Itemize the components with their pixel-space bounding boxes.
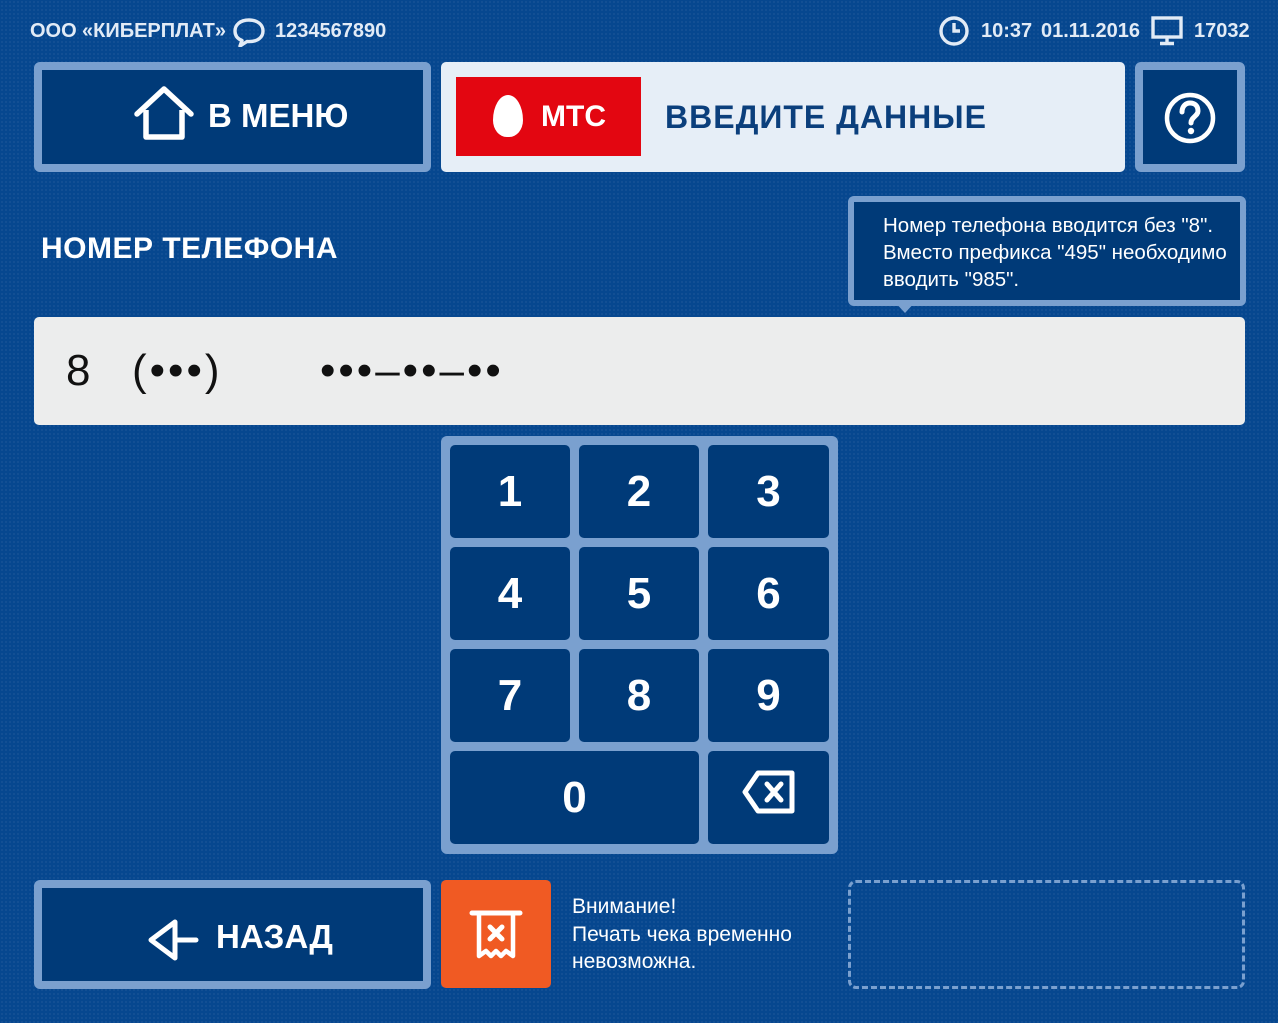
key-7[interactable]: 7 [450,649,570,742]
receipt-warning-badge [441,880,551,988]
phone-mask-code: (•••) [132,346,223,395]
empty-slot [848,880,1245,989]
warning-line-1: Внимание! [572,895,677,918]
field-label: НОМЕР ТЕЛЕФОНА [41,232,339,265]
clock-time: 10:37 [981,20,1033,42]
support-phone: 1234567890 [275,20,387,42]
key-4[interactable]: 4 [450,547,570,640]
key-8[interactable]: 8 [579,649,699,742]
receipt-warning-text: Внимание! Печать чека временно невозможн… [572,893,792,976]
help-button[interactable] [1135,62,1245,172]
warning-line-3: невозможна. [572,950,697,973]
mts-logo: МТС [456,77,641,156]
key-0[interactable]: 0 [450,751,699,844]
key-2[interactable]: 2 [579,445,699,538]
question-icon [1163,91,1217,150]
phone-input[interactable]: 8 (•••) •••–••–•• [34,317,1245,425]
key-9[interactable]: 9 [708,649,829,742]
hint-tooltip-tail [893,300,917,313]
org-name: «КИБЕРПЛАТ» [82,20,226,42]
backspace-button[interactable] [708,751,829,844]
receipt-cancel-icon [469,908,523,967]
back-arrow-icon [146,916,200,969]
status-bar: ООО «КИБЕРПЛАТ» 1234567890 10:37 01.11.2… [0,14,1278,48]
backspace-icon [741,769,797,826]
key-6[interactable]: 6 [708,547,829,640]
terminal-id: 17032 [1194,20,1250,42]
warning-line-2: Печать чека временно [572,922,792,946]
numeric-keypad: 1 2 3 4 5 6 7 8 9 0 [441,436,838,854]
back-button-label: НАЗАД [216,918,333,955]
menu-button-label: В МЕНЮ [208,97,349,134]
back-button[interactable]: НАЗАД [34,880,431,989]
menu-button[interactable]: В МЕНЮ [34,62,431,172]
home-icon [132,84,196,149]
clock-date: 01.11.2016 [1041,20,1140,42]
org-prefix: ООО [30,20,77,42]
mts-logo-text: МТС [541,100,606,133]
key-1[interactable]: 1 [450,445,570,538]
monitor-icon [1151,16,1183,51]
clock-icon [938,15,970,52]
hint-tooltip: Номер телефона вводится без "8". Вместо … [848,196,1246,306]
key-3[interactable]: 3 [708,445,829,538]
mts-egg-icon [493,95,523,137]
phone-mask-prefix: 8 [66,346,91,395]
key-5[interactable]: 5 [579,547,699,640]
chat-bubble-icon [232,17,266,52]
operator-header: МТС ВВЕДИТЕ ДАННЫЕ [441,62,1125,172]
page-title: ВВЕДИТЕ ДАННЫЕ [665,99,987,135]
phone-mask-number: •••–••–•• [320,346,504,395]
